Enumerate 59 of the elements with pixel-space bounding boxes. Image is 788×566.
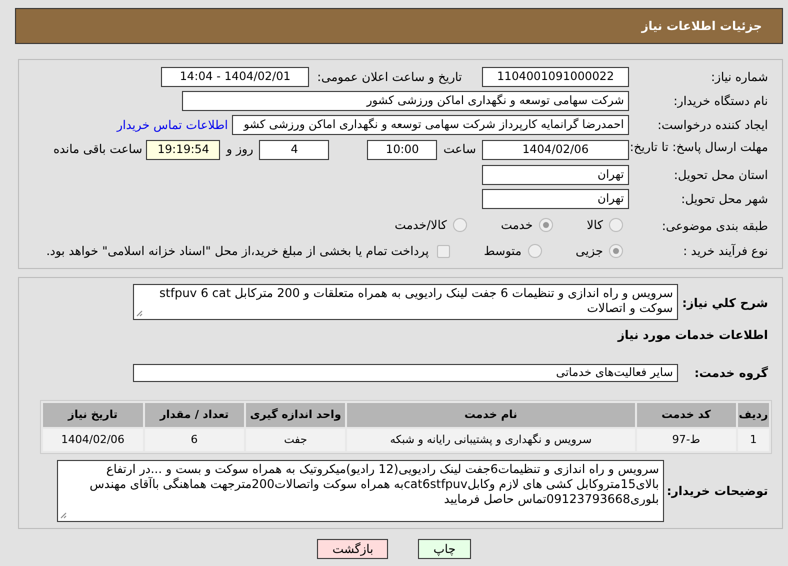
field-label: شرح کلي نياز: <box>681 295 769 312</box>
page-title: جزئیات اطلاعات نیاز <box>641 18 762 35</box>
field-label: طبقه بندی موضوعی: <box>660 218 769 235</box>
column-header: تعداد / مقدار <box>144 403 244 427</box>
radio-button[interactable] <box>609 218 623 232</box>
province-field: تهران <box>482 165 629 185</box>
radio-button[interactable] <box>528 244 542 258</box>
column-header: ردیف <box>738 403 769 427</box>
table-cell: جفت <box>246 429 346 451</box>
back-button[interactable]: بازگشت <box>317 539 388 559</box>
column-header: تاریخ نیاز <box>43 403 143 427</box>
print-button[interactable]: چاپ <box>418 539 471 559</box>
announce-date-field: 1404/02/01 - 14:04 <box>161 67 310 87</box>
field-label: استان محل تحویل: <box>672 167 769 184</box>
section-title: اطلاعات خدمات مورد نیاز <box>616 327 769 344</box>
field-label: روز و <box>226 141 254 158</box>
table-cell: 6 <box>144 429 244 451</box>
field-label: شماره نیاز: <box>710 69 769 86</box>
payment-checkbox[interactable] <box>436 244 450 258</box>
need-number-field: 1104001091000022 <box>482 67 629 87</box>
description-text: سرویس و راه اندازی و تنظیمات 6 جفت لینک رادیویی به همراه متعلقات و 200 مترکابل stfpuv 6 cat سوکت و اتصالات <box>159 286 673 315</box>
deadline-time-field: 10:00 <box>367 140 438 160</box>
column-header: کد خدمت <box>636 403 736 427</box>
city-field: تهران <box>482 189 629 209</box>
radio-label: خدمت <box>500 217 533 234</box>
table-cell: ط-97 <box>636 429 736 451</box>
field-label: نام دستگاه خریدار: <box>672 93 769 110</box>
buyer-org-field: شرکت سهامی توسعه و نگهداری اماکن ورزشی کشور <box>182 91 629 111</box>
resize-handle-icon[interactable] <box>136 310 143 317</box>
field-label: شهر محل تحویل: <box>680 191 769 208</box>
column-header: واحد اندازه گیری <box>246 403 346 427</box>
radio-label: جزیی <box>576 243 603 260</box>
field-label: ایجاد کننده درخواست: <box>656 117 769 134</box>
days-field: 4 <box>259 140 330 160</box>
radio-label: کالا/خدمت <box>394 217 447 234</box>
deadline-date-field: 1404/02/06 <box>482 140 629 160</box>
requester-field: احمدرضا گرانمایه کارپرداز شرکت سهامی توسعه و نگهداری اماکن ورزشی کشو <box>232 115 629 135</box>
table-cell: 1 <box>738 429 769 451</box>
radio-button[interactable] <box>609 244 623 258</box>
radio-label: متوسط <box>484 243 522 260</box>
resize-handle-icon[interactable] <box>60 512 67 519</box>
field-label: مهلت ارسال پاسخ: تا تاریخ: <box>629 140 769 154</box>
field-label: نوع فرآیند خرید : <box>682 243 769 260</box>
radio-label: کالا <box>586 217 603 234</box>
radio-button[interactable] <box>538 218 553 232</box>
field-label: ساعت باقی مانده <box>53 141 142 158</box>
table-cell: سرویس و نگهداری و پشتیبانی رایانه و شبکه <box>347 429 634 451</box>
remaining-time-field: 19:19:54 <box>146 140 220 160</box>
table-cell: 1404/02/06 <box>43 429 143 451</box>
payment-note: پرداخت تمام یا بخشی از مبلغ خرید،از محل "اسناد خزانه اسلامی" خواهد بود. <box>46 243 429 260</box>
service-group-field: سایر فعالیت‌های خدماتی <box>133 364 678 382</box>
column-header: نام خدمت <box>347 403 634 427</box>
field-label: گروه خدمت: <box>693 365 769 382</box>
field-label: توضیحات خریدار: <box>666 483 769 500</box>
contact-link[interactable]: اطلاعات تماس خریدار <box>116 116 228 134</box>
field-label: ساعت <box>443 141 476 158</box>
buyer-notes-text: سرویس و راه اندازی و تنظیمات6جفت لینک رادیویی(12 رادیو)میکروتیک به همراه سوکت و بست و ...در ارتفاع بالای15متروکابل کشی های لازم وکابلcat6stfpuvبه همراه سوکت واتصالات200مترجهت هماهنگی باآقای مهندس بلوری09123793668تماس حاصل فرمایید <box>90 462 659 506</box>
field-label: تاریخ و ساعت اعلان عمومی: <box>317 69 462 86</box>
radio-button[interactable] <box>452 218 467 232</box>
